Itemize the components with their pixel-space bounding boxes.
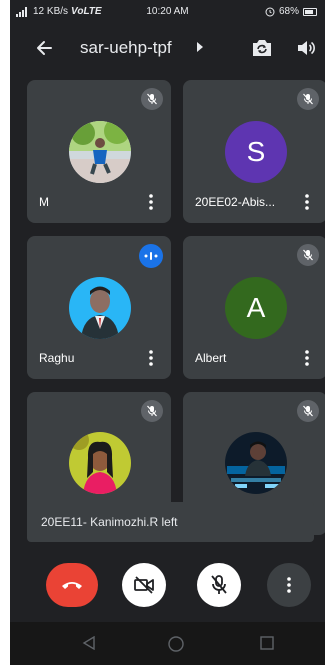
participant-tile[interactable]: S 20EE02-Abis...: [183, 80, 325, 223]
participant-letter-avatar: A: [225, 277, 287, 339]
camera-toggle-button[interactable]: [122, 563, 166, 607]
camera-off-icon: [134, 576, 154, 594]
meeting-header: sar-uehp-tpf: [10, 26, 325, 70]
nav-home-icon[interactable]: [168, 636, 184, 652]
more-options-button[interactable]: [267, 563, 311, 607]
participant-name: Albert: [195, 351, 227, 365]
system-nav-bar: [10, 622, 325, 665]
alarm-icon: [265, 7, 275, 16]
participant-photo-avatar: [69, 277, 131, 339]
more-vert-icon[interactable]: [143, 348, 159, 368]
left-notification-toast: 20EE11- Kanimozhi.R left: [27, 502, 314, 542]
speaker-icon[interactable]: [292, 34, 320, 62]
participant-name: M: [39, 195, 49, 209]
toast-text: 20EE11- Kanimozhi.R left: [41, 515, 178, 529]
nav-recents-icon[interactable]: [260, 636, 274, 650]
status-bar: 12 KB/s VoLTE 10:20 AM 68%: [10, 0, 325, 24]
meeting-code[interactable]: sar-uehp-tpf: [80, 38, 172, 58]
mic-muted-icon: [141, 400, 163, 422]
participant-name: Raghu: [39, 351, 75, 365]
participant-name: 20EE02-Abis...: [195, 195, 276, 209]
battery-level: 68%: [278, 6, 299, 17]
mic-muted-icon: [297, 88, 319, 110]
participant-tile[interactable]: M: [27, 80, 171, 223]
participant-photo-avatar: [69, 432, 131, 494]
mic-muted-icon: [141, 88, 163, 110]
participant-letter-avatar: S: [225, 121, 287, 183]
meet-screen: 12 KB/s VoLTE 10:20 AM 68% sar-uehp-tpf: [10, 0, 325, 665]
battery-icon: [303, 7, 317, 16]
participant-photo-avatar: [69, 121, 131, 183]
end-call-button[interactable]: [46, 563, 98, 607]
mic-toggle-button[interactable]: [197, 563, 241, 607]
flip-camera-icon[interactable]: [248, 34, 276, 62]
more-vert-icon[interactable]: [299, 348, 315, 368]
end-call-icon: [62, 582, 82, 589]
participant-tile[interactable]: A Albert: [183, 236, 325, 379]
more-vert-icon[interactable]: [299, 192, 315, 212]
mic-muted-icon: [297, 244, 319, 266]
mic-off-icon: [211, 575, 227, 594]
participant-photo-avatar: [225, 432, 287, 494]
participant-tile[interactable]: Raghu: [27, 236, 171, 379]
more-vert-icon: [287, 577, 291, 593]
nav-back-icon[interactable]: [82, 636, 96, 650]
more-vert-icon[interactable]: [143, 192, 159, 212]
speaking-indicator-icon: [139, 244, 163, 268]
mic-muted-icon: [297, 400, 319, 422]
status-right: 68%: [265, 6, 317, 17]
back-arrow-icon[interactable]: [30, 34, 58, 62]
caret-right-icon[interactable]: [196, 41, 204, 53]
